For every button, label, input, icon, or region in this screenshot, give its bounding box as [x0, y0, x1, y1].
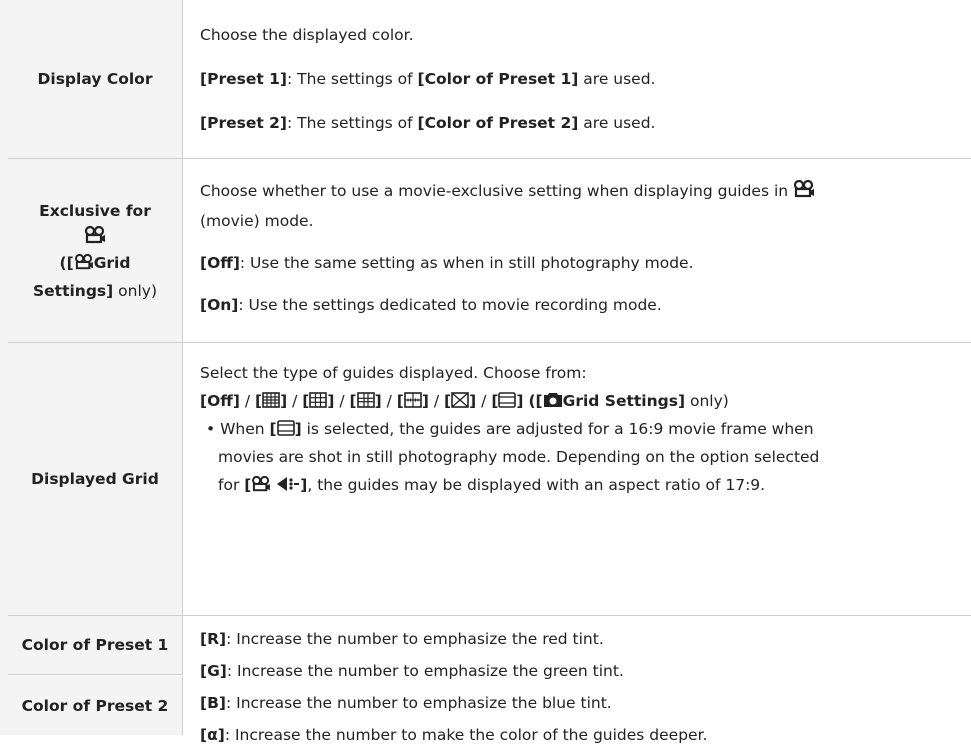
aspect-ratio-icon	[276, 476, 300, 494]
label-color-preset-2: Color of Preset 2	[8, 676, 183, 735]
label-displayed-grid: Displayed Grid	[8, 343, 183, 615]
desc-exclusive-movie: Choose whether to use a movie-exclusive …	[200, 179, 961, 317]
row-display-color: Display Color Choose the displayed color…	[8, 0, 971, 159]
option-alpha: [α]: Increase the number to make the col…	[200, 726, 708, 744]
preset1-option: [Preset 1]: The settings of [Color of Pr…	[200, 70, 656, 88]
grid-options: [Off] / [] / [] / [] / [] / [] / [] ([Gr…	[200, 392, 729, 410]
grid-3x3-icon	[309, 392, 328, 410]
left-gutter	[0, 0, 8, 735]
movie-icon	[793, 180, 815, 200]
grid-4x4-icon	[262, 392, 280, 410]
label-color-preset-1: Color of Preset 1	[8, 616, 183, 675]
label-exclusive-movie: Exclusive for ([Grid Settings] only)	[8, 159, 183, 342]
movie-icon	[84, 225, 106, 249]
exclusive-on-option: [On]: Use the settings dedicated to movi…	[200, 296, 662, 314]
preset2-option: [Preset 2]: The settings of [Color of Pr…	[200, 114, 656, 132]
exclusive-off-option: [Off]: Use the same setting as when in s…	[200, 254, 694, 272]
diagonal-grid-icon	[451, 392, 469, 410]
option-r: [R]: Increase the number to emphasize th…	[200, 630, 604, 648]
grid-note-bullet: • When [] is selected, the guides are ad…	[206, 420, 814, 438]
desc-color-presets: [R]: Increase the number to emphasize th…	[200, 627, 961, 747]
option-b: [B]: Increase the number to emphasize th…	[200, 694, 612, 712]
display-color-intro: Choose the displayed color.	[200, 26, 414, 44]
movie-icon	[251, 476, 271, 494]
row-color-presets: Color of Preset 1 Color of Preset 2 [R]:…	[8, 616, 971, 744]
label-display-color: Display Color	[8, 0, 183, 158]
option-g: [G]: Increase the number to emphasize th…	[200, 662, 624, 680]
golden-grid-icon	[356, 392, 375, 410]
grid-note-line3: for [ ], the guides may be displayed wit…	[218, 476, 766, 494]
desc-displayed-grid: Select the type of guides displayed. Cho…	[200, 361, 961, 497]
camera-icon	[543, 392, 563, 410]
row-displayed-grid: Displayed Grid Select the type of guides…	[8, 343, 971, 616]
movie-frame-icon	[498, 392, 517, 410]
grid-intro: Select the type of guides displayed. Cho…	[200, 364, 587, 382]
row-exclusive-movie: Exclusive for ([Grid Settings] only) Cho…	[8, 159, 971, 343]
scale-grid-icon	[404, 392, 422, 410]
desc-display-color: Choose the displayed color. [Preset 1]: …	[200, 23, 961, 135]
movie-icon	[74, 253, 94, 272]
exclusive-intro: Choose whether to use a movie-exclusive …	[200, 179, 961, 203]
settings-table: Display Color Choose the displayed color…	[0, 0, 971, 744]
movie-frame-icon	[276, 420, 295, 438]
